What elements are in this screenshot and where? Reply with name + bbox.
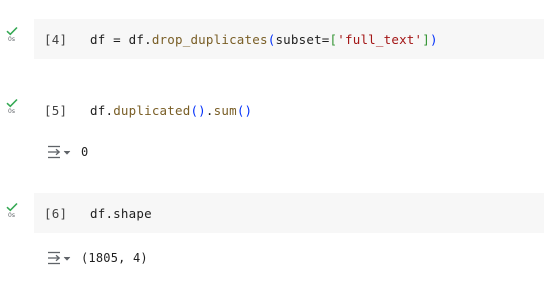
code-editor-line[interactable]: df.duplicated().sum(): [90, 103, 252, 118]
check-icon: [6, 26, 18, 36]
execution-count: [4]: [44, 31, 68, 47]
execution-count: [5]: [44, 102, 68, 118]
cell-output: (1805, 4): [46, 248, 148, 268]
cell-run-status[interactable]: 0s: [6, 26, 32, 43]
notebook: 0s [4] df = df.drop_duplicates(subset=['…: [0, 0, 544, 303]
output-toggle-icon[interactable]: [46, 251, 72, 265]
output-text: 0: [81, 145, 89, 159]
code-editor-line[interactable]: df.shape: [90, 206, 152, 221]
output-toggle-icon[interactable]: [46, 145, 72, 159]
run-time: 0s: [8, 36, 15, 43]
code-editor-line[interactable]: df = df.drop_duplicates(subset=['full_te…: [90, 32, 438, 47]
cell-output: 0: [46, 142, 88, 162]
code-cell[interactable]: [6] df.shape: [34, 193, 544, 233]
run-time: 0s: [8, 108, 15, 115]
cell-run-status[interactable]: 0s: [6, 98, 32, 115]
code-cell[interactable]: [5] df.duplicated().sum(): [34, 90, 544, 130]
check-icon: [6, 98, 18, 108]
check-icon: [6, 202, 18, 212]
execution-count: [6]: [44, 205, 68, 221]
output-text: (1805, 4): [81, 251, 148, 265]
cell-run-status[interactable]: 0s: [6, 202, 32, 219]
code-cell[interactable]: [4] df = df.drop_duplicates(subset=['ful…: [34, 19, 544, 59]
run-time: 0s: [8, 212, 15, 219]
